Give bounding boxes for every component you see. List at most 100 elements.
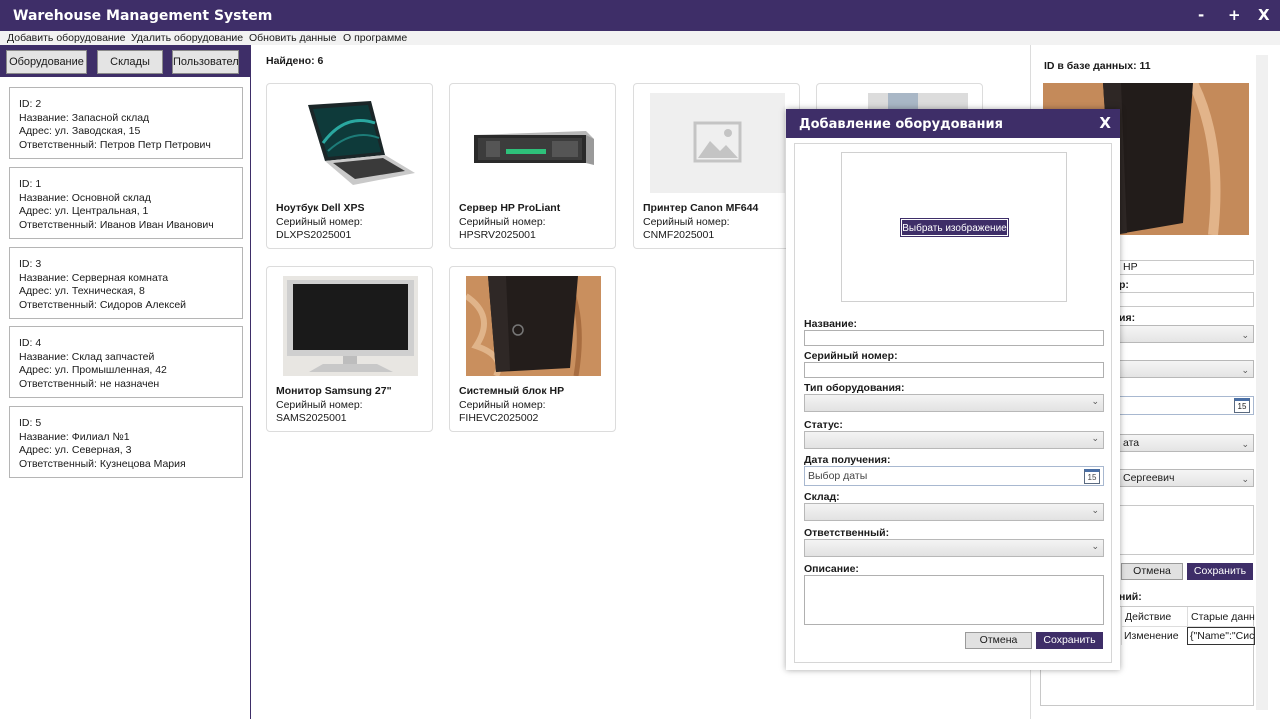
dialog-save-button[interactable]: Сохранить — [1036, 632, 1103, 649]
equipment-card[interactable]: Системный блок HP Серийный номер: FIHEVC… — [449, 266, 616, 432]
warehouse-name: Название: Основной склад — [19, 191, 151, 204]
equipment-name: Монитор Samsung 27" — [276, 385, 392, 397]
warehouse-id: ID: 1 — [19, 178, 42, 190]
details-serial-field[interactable] — [1119, 292, 1254, 307]
calendar-icon[interactable]: 15 — [1234, 398, 1250, 413]
history-cell-old-data[interactable]: {"Name":"Систе — [1187, 627, 1255, 645]
nav-equipment-button[interactable]: Оборудование — [6, 50, 87, 74]
status-label: Статус: — [804, 419, 843, 431]
serial-value: DLXPS2025001 — [276, 229, 352, 241]
history-col-action: Действие — [1121, 607, 1187, 627]
serial-label: Серийный номер: — [643, 216, 730, 228]
history-label: ний: — [1119, 591, 1142, 603]
warehouse-name: Название: Запасной склад — [19, 111, 150, 124]
menu-add-equipment[interactable]: Добавить оборудование — [7, 31, 125, 45]
menu-bar: Добавить оборудование Удалить оборудован… — [0, 31, 1280, 45]
status-select[interactable]: ⌄ — [804, 431, 1104, 449]
serial-value: CNMF2025001 — [643, 229, 715, 241]
description-textarea[interactable] — [804, 575, 1104, 625]
add-equipment-dialog: Добавление оборудования X Выбрать изобра… — [786, 109, 1120, 670]
warehouse-name: Название: Склад запчастей — [19, 350, 155, 363]
menu-delete-equipment[interactable]: Удалить оборудование — [131, 31, 243, 45]
equipment-card[interactable]: Ноутбук Dell XPS Серийный номер: DLXPS20… — [266, 83, 433, 249]
type-label: Тип оборудования: — [804, 382, 905, 394]
nav-strip: Оборудование Склады Пользователи — [0, 45, 251, 77]
details-warehouse-select[interactable]: ата ⌄ — [1119, 434, 1254, 452]
serial-label: Серийный номер: — [459, 399, 546, 411]
menu-about[interactable]: О программе — [343, 31, 407, 45]
chevron-down-icon: ⌄ — [1241, 365, 1249, 375]
chevron-down-icon: ⌄ — [1241, 474, 1249, 484]
nav-warehouses-button[interactable]: Склады — [97, 50, 163, 74]
responsible-select[interactable]: ⌄ — [804, 539, 1104, 557]
equipment-name: Сервер HP ProLiant — [459, 202, 561, 214]
details-responsible-select[interactable]: Сергеевич ⌄ — [1119, 469, 1254, 487]
date-placeholder: Выбор даты — [808, 470, 868, 482]
menu-refresh-data[interactable]: Обновить данные — [249, 31, 336, 45]
name-input[interactable] — [804, 330, 1104, 346]
warehouse-card[interactable]: ID: 2 Название: Запасной склад Адрес: ул… — [9, 87, 243, 159]
details-status-select[interactable]: ⌄ — [1119, 360, 1254, 378]
dialog-title: Добавление оборудования — [799, 117, 1003, 132]
details-type-label: ия: — [1119, 312, 1136, 324]
dialog-title-bar: Добавление оборудования X — [786, 109, 1120, 138]
system-unit-image — [466, 276, 601, 376]
details-id: ID в базе данных: 11 — [1044, 60, 1151, 72]
details-cancel-button[interactable]: Отмена — [1121, 563, 1183, 580]
calendar-icon[interactable]: 15 — [1084, 469, 1100, 484]
minimize-button[interactable]: - — [1198, 6, 1204, 24]
dialog-close-icon[interactable]: X — [1099, 114, 1111, 132]
warehouse-name: Название: Серверная комната — [19, 271, 169, 284]
details-type-select[interactable]: ⌄ — [1119, 325, 1254, 343]
chevron-down-icon: ⌄ — [1091, 541, 1099, 551]
warehouse-id: ID: 4 — [19, 337, 42, 349]
image-preview-box: Выбрать изображение — [841, 152, 1067, 302]
details-date-field[interactable]: 15 — [1119, 396, 1254, 415]
choose-image-button[interactable]: Выбрать изображение — [900, 218, 1009, 237]
serial-input[interactable] — [804, 362, 1104, 378]
details-description-field[interactable] — [1119, 505, 1254, 555]
history-cell-action: Изменение — [1121, 627, 1187, 645]
warehouse-select[interactable]: ⌄ — [804, 503, 1104, 521]
laptop-image — [283, 93, 418, 193]
date-label: Дата получения: — [804, 454, 891, 466]
dialog-form: Выбрать изображение Название: Серийный н… — [794, 143, 1112, 663]
chevron-down-icon: ⌄ — [1091, 396, 1099, 406]
chevron-down-icon: ⌄ — [1091, 505, 1099, 515]
warehouse-card[interactable]: ID: 4 Название: Склад запчастей Адрес: у… — [9, 326, 243, 398]
history-col-old-data: Старые данны — [1187, 607, 1255, 627]
serial-label: Серийный номер: — [459, 216, 546, 228]
equipment-card[interactable]: Сервер HP ProLiant Серийный номер: HPSRV… — [449, 83, 616, 249]
type-select[interactable]: ⌄ — [804, 394, 1104, 412]
monitor-image — [283, 276, 418, 376]
details-responsible-value: Сергеевич — [1123, 472, 1175, 484]
date-picker[interactable]: Выбор даты 15 — [804, 466, 1104, 486]
warehouse-address: Адрес: ул. Техническая, 8 — [19, 285, 145, 297]
details-warehouse-value: ата — [1123, 437, 1140, 449]
details-scrollbar[interactable] — [1256, 55, 1268, 710]
dialog-cancel-button[interactable]: Отмена — [965, 632, 1032, 649]
warehouse-card[interactable]: ID: 1 Название: Основной склад Адрес: ул… — [9, 167, 243, 239]
warehouse-id: ID: 3 — [19, 258, 42, 270]
warehouse-address: Адрес: ул. Северная, 3 — [19, 444, 132, 456]
serial-label: Серийный номер: — [276, 216, 363, 228]
equipment-card[interactable]: Принтер Canon MF644 Серийный номер: CNMF… — [633, 83, 800, 249]
serial-value: SAMS2025001 — [276, 412, 347, 424]
warehouse-address: Адрес: ул. Центральная, 1 — [19, 205, 149, 217]
server-image — [466, 93, 601, 193]
equipment-card[interactable]: Монитор Samsung 27" Серийный номер: SAMS… — [266, 266, 433, 432]
close-button[interactable]: X — [1258, 6, 1270, 24]
maximize-button[interactable]: + — [1228, 6, 1241, 24]
warehouse-id: ID: 5 — [19, 417, 42, 429]
warehouse-card[interactable]: ID: 3 Название: Серверная комната Адрес:… — [9, 247, 243, 319]
warehouse-address: Адрес: ул. Промышленная, 42 — [19, 364, 167, 376]
details-serial-label: р: — [1119, 279, 1129, 291]
warehouse-id: ID: 2 — [19, 98, 42, 110]
details-name-field[interactable]: HP — [1119, 260, 1254, 275]
nav-users-button[interactable]: Пользователи — [172, 50, 239, 74]
warehouse-card[interactable]: ID: 5 Название: Филиал №1 Адрес: ул. Сев… — [9, 406, 243, 478]
warehouse-responsible: Ответственный: Петров Петр Петрович — [19, 138, 211, 151]
details-save-button[interactable]: Сохранить — [1187, 563, 1253, 580]
warehouse-responsible: Ответственный: не назначен — [19, 377, 160, 390]
equipment-name: Системный блок HP — [459, 385, 565, 397]
